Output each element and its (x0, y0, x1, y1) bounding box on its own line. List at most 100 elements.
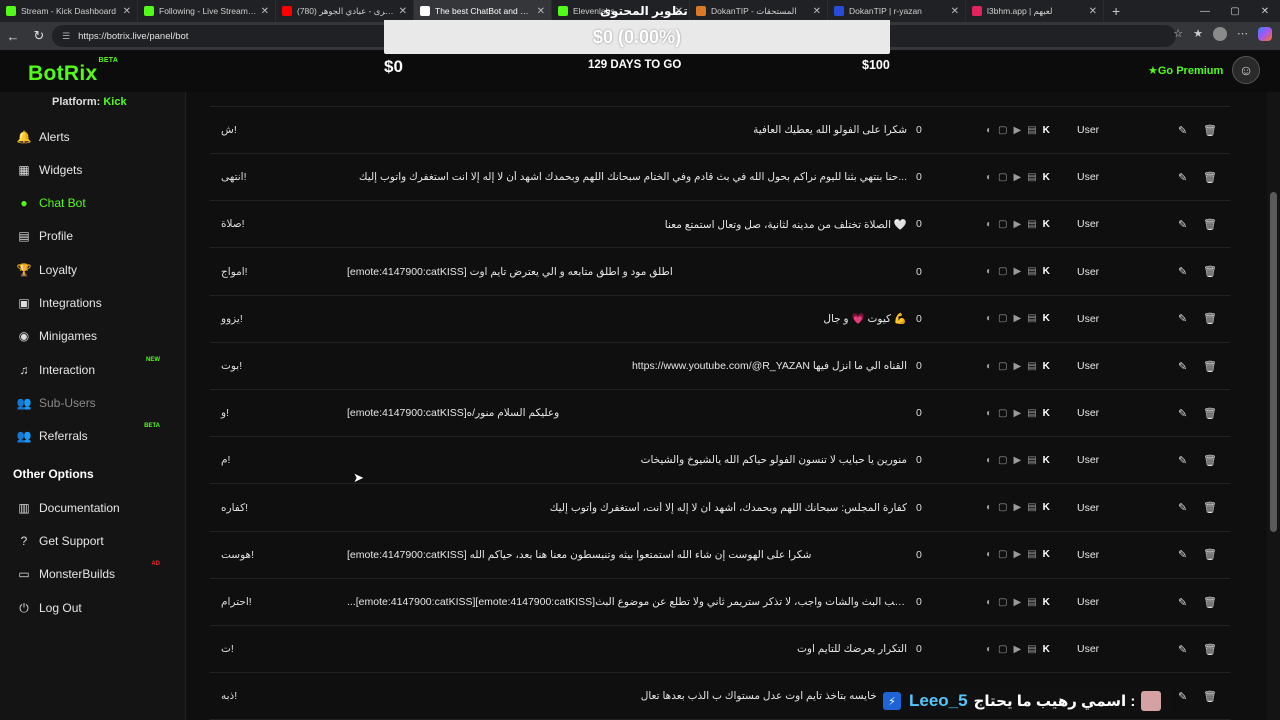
youtube-icon[interactable]: ▶ (1014, 408, 1022, 419)
tab-close-icon[interactable]: ✕ (951, 6, 959, 17)
chat-bubble-icon[interactable]: ▢ (998, 361, 1007, 372)
youtube-icon[interactable]: ▶ (1014, 455, 1022, 466)
kick-icon[interactable]: K (1043, 408, 1050, 419)
youtube-icon[interactable]: ▶ (1014, 644, 1022, 655)
browser-tab[interactable]: The best ChatBot and Widg ✕ (414, 0, 552, 22)
message-icon[interactable]: ▤ (1027, 408, 1036, 419)
kick-icon[interactable]: K (1043, 266, 1050, 277)
delete-trash-icon[interactable]: 🗑 (1203, 690, 1217, 703)
kick-icon[interactable]: K (1043, 172, 1050, 183)
discord-icon[interactable]: ◐ (986, 455, 992, 466)
tab-close-icon[interactable]: ✕ (813, 6, 821, 17)
discord-icon[interactable]: ◐ (986, 408, 992, 419)
sidebar-item-get-support[interactable]: ? Get Support (16, 531, 176, 551)
delete-trash-icon[interactable]: 🗑 (1203, 407, 1217, 420)
browser-tab[interactable]: l3bhm.app | لعبهم ✕ (966, 0, 1104, 22)
edit-pencil-icon[interactable]: ✎ (1178, 171, 1187, 184)
sidebar-item-loyalty[interactable]: 🏆 Loyalty (16, 260, 176, 280)
chat-bubble-icon[interactable]: ▢ (998, 408, 1007, 419)
edit-pencil-icon[interactable]: ✎ (1178, 218, 1187, 231)
youtube-icon[interactable]: ▶ (1014, 502, 1022, 513)
site-info-icon[interactable]: ☰ (62, 31, 70, 42)
sidebar-item-referrals[interactable]: 👥 Referrals BETA (16, 423, 176, 446)
discord-icon[interactable]: ◐ (986, 125, 992, 136)
discord-icon[interactable]: ◐ (986, 313, 992, 324)
chat-bubble-icon[interactable]: ▢ (998, 313, 1007, 324)
back-icon[interactable]: ← (0, 29, 26, 44)
browser-tab[interactable]: DokanTIP - المستحقات ✕ (690, 0, 828, 22)
tab-close-icon[interactable]: ✕ (399, 6, 407, 17)
chat-bubble-icon[interactable]: ▢ (998, 549, 1007, 560)
sidebar-item-profile[interactable]: ▤ Profile (16, 226, 176, 246)
delete-trash-icon[interactable]: 🗑 (1203, 218, 1217, 231)
kick-icon[interactable]: K (1043, 361, 1050, 372)
youtube-icon[interactable]: ▶ (1014, 125, 1022, 136)
kick-icon[interactable]: K (1043, 549, 1050, 560)
browser-tab[interactable]: (780) قالو ترى - عبادي الجوهر ✕ (276, 0, 414, 22)
kick-icon[interactable]: K (1043, 455, 1050, 466)
message-icon[interactable]: ▤ (1027, 502, 1036, 513)
edit-pencil-icon[interactable]: ✎ (1178, 548, 1187, 561)
browser-tab[interactable]: Stream - Kick Dashboard ✕ (0, 0, 138, 22)
go-premium-button[interactable]: ★Go Premium (1148, 64, 1223, 77)
kick-icon[interactable]: K (1043, 125, 1050, 136)
sidebar-item-documentation[interactable]: ▥ Documentation (16, 498, 176, 518)
chat-bubble-icon[interactable]: ▢ (998, 644, 1007, 655)
message-icon[interactable]: ▤ (1027, 361, 1036, 372)
youtube-icon[interactable]: ▶ (1014, 266, 1022, 277)
kick-icon[interactable]: K (1043, 502, 1050, 513)
bookmark-star-icon[interactable]: ☆ (1173, 27, 1183, 41)
chat-bubble-icon[interactable]: ▢ (998, 125, 1007, 136)
delete-trash-icon[interactable]: 🗑 (1203, 501, 1217, 514)
delete-trash-icon[interactable]: 🗑 (1203, 454, 1217, 467)
favorites-icon[interactable]: ★ (1193, 27, 1203, 41)
discord-icon[interactable]: ◐ (986, 644, 992, 655)
tab-close-icon[interactable]: ✕ (261, 6, 269, 17)
edit-pencil-icon[interactable]: ✎ (1178, 596, 1187, 609)
discord-icon[interactable]: ◐ (986, 361, 992, 372)
sidebar-item-minigames[interactable]: ◉ Minigames (16, 326, 176, 346)
delete-trash-icon[interactable]: 🗑 (1203, 643, 1217, 656)
tab-close-icon[interactable]: ✕ (1089, 6, 1097, 17)
botrix-logo[interactable]: BotRixBETA (28, 57, 118, 86)
delete-trash-icon[interactable]: 🗑 (1203, 124, 1217, 137)
reload-icon[interactable]: ↻ (26, 28, 52, 44)
edit-pencil-icon[interactable]: ✎ (1178, 124, 1187, 137)
new-tab-icon[interactable]: + (1104, 3, 1128, 19)
message-icon[interactable]: ▤ (1027, 455, 1036, 466)
edit-pencil-icon[interactable]: ✎ (1178, 690, 1187, 703)
discord-icon[interactable]: ◐ (986, 219, 992, 230)
edit-pencil-icon[interactable]: ✎ (1178, 312, 1187, 325)
youtube-icon[interactable]: ▶ (1014, 549, 1022, 560)
browser-tab[interactable]: DokanTIP | r-yazan ✕ (828, 0, 966, 22)
profile-avatar-icon[interactable] (1213, 27, 1227, 41)
delete-trash-icon[interactable]: 🗑 (1203, 312, 1217, 325)
chat-bubble-icon[interactable]: ▢ (998, 455, 1007, 466)
message-icon[interactable]: ▤ (1027, 549, 1036, 560)
sidebar-item-monsterbuilds[interactable]: ▭ MonsterBuilds AD (16, 561, 176, 584)
delete-trash-icon[interactable]: 🗑 (1203, 548, 1217, 561)
edit-pencil-icon[interactable]: ✎ (1178, 501, 1187, 514)
user-avatar[interactable]: ☺ (1232, 56, 1260, 84)
message-icon[interactable]: ▤ (1027, 266, 1036, 277)
youtube-icon[interactable]: ▶ (1014, 172, 1022, 183)
delete-trash-icon[interactable]: 🗑 (1203, 596, 1217, 609)
chat-bubble-icon[interactable]: ▢ (998, 502, 1007, 513)
edit-pencil-icon[interactable]: ✎ (1178, 407, 1187, 420)
sidebar-item-interaction[interactable]: ♫ Interaction NEW (16, 357, 176, 380)
kick-icon[interactable]: K (1043, 313, 1050, 324)
edit-pencil-icon[interactable]: ✎ (1178, 643, 1187, 656)
sidebar-item-sub-users[interactable]: 👥 Sub-Users (16, 393, 176, 413)
message-icon[interactable]: ▤ (1027, 313, 1036, 324)
discord-icon[interactable]: ◐ (986, 172, 992, 183)
message-icon[interactable]: ▤ (1027, 125, 1036, 136)
maximize-icon[interactable]: ▢ (1220, 6, 1250, 17)
scrollbar-thumb[interactable] (1270, 192, 1277, 532)
youtube-icon[interactable]: ▶ (1014, 597, 1022, 608)
close-window-icon[interactable]: ✕ (1250, 6, 1280, 17)
edit-pencil-icon[interactable]: ✎ (1178, 265, 1187, 278)
chat-bubble-icon[interactable]: ▢ (998, 172, 1007, 183)
delete-trash-icon[interactable]: 🗑 (1203, 265, 1217, 278)
sidebar-item-alerts[interactable]: 🔔 Alerts (16, 127, 176, 147)
kick-icon[interactable]: K (1043, 644, 1050, 655)
